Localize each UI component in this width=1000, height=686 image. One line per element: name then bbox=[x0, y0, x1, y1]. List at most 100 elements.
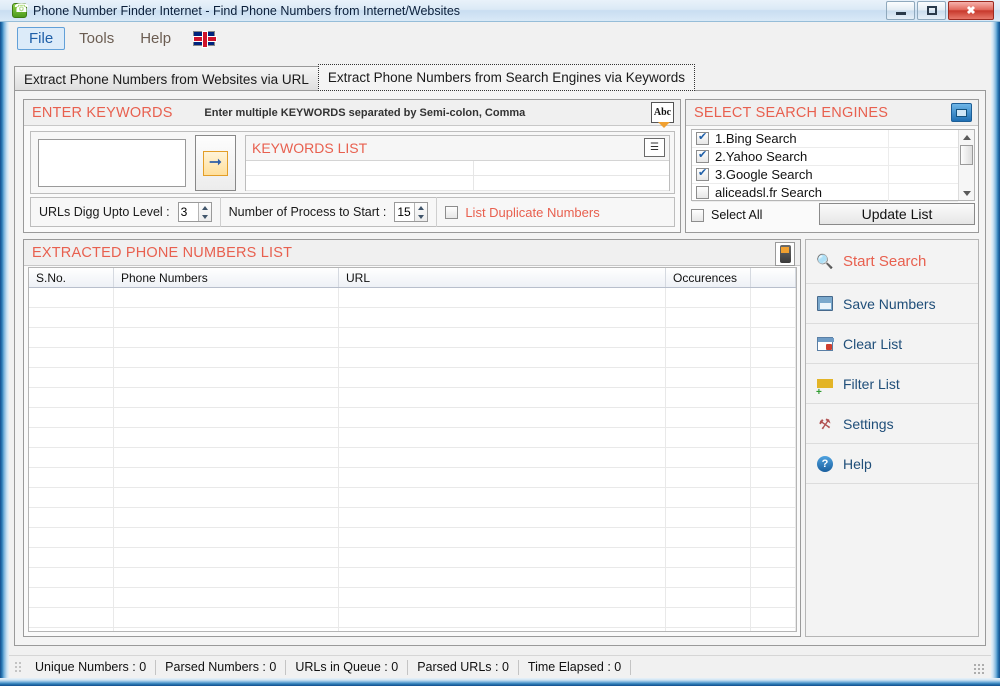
settings-button[interactable]: ⚒ Settings bbox=[806, 404, 978, 444]
list-duplicate-numbers-checkbox[interactable] bbox=[445, 205, 459, 219]
menu-item-help[interactable]: Help bbox=[128, 27, 183, 50]
aliceadsl-checkbox[interactable] bbox=[696, 186, 709, 199]
scroll-down-button[interactable] bbox=[959, 186, 974, 200]
urls-digg-spin-arrows[interactable] bbox=[197, 203, 211, 221]
maximize-button[interactable] bbox=[917, 1, 946, 20]
table-cell bbox=[666, 628, 751, 631]
scroll-up-button[interactable] bbox=[959, 130, 974, 144]
tab-extract-from-urls[interactable]: Extract Phone Numbers from Websites via … bbox=[14, 66, 319, 91]
search-engines-footer: Select All Update List bbox=[691, 203, 975, 227]
table-cell bbox=[114, 348, 339, 367]
extracted-numbers-table[interactable]: S.No. Phone Numbers URL Occurences bbox=[28, 267, 797, 632]
urls-digg-label: URLs Digg Upto Level : bbox=[39, 205, 170, 219]
search-engine-label: 2.Yahoo Search bbox=[715, 149, 808, 164]
save-numbers-button[interactable]: Save Numbers bbox=[806, 284, 978, 324]
table-cell bbox=[29, 368, 114, 387]
table-row[interactable] bbox=[29, 508, 796, 528]
scrollbar-thumb[interactable] bbox=[960, 145, 973, 165]
list-duplicate-numbers-option[interactable]: List Duplicate Numbers bbox=[437, 197, 607, 227]
help-label: Help bbox=[843, 455, 872, 472]
search-engines-title: SELECT SEARCH ENGINES bbox=[694, 104, 889, 121]
search-engine-row-yahoo[interactable]: 2.Yahoo Search bbox=[692, 148, 958, 166]
select-all-checkbox[interactable] bbox=[691, 208, 704, 222]
table-row[interactable] bbox=[29, 348, 796, 368]
table-row[interactable] bbox=[29, 588, 796, 608]
window-title: Phone Number Finder Internet - Find Phon… bbox=[33, 3, 461, 18]
minimize-button[interactable] bbox=[886, 1, 915, 20]
search-engines-scrollbar[interactable] bbox=[958, 130, 974, 200]
column-header-phone-numbers[interactable]: Phone Numbers bbox=[114, 268, 339, 287]
table-row[interactable] bbox=[29, 608, 796, 628]
yahoo-checkbox[interactable] bbox=[696, 148, 709, 163]
table-cell bbox=[339, 528, 666, 547]
table-cell bbox=[751, 328, 796, 347]
chevron-down-icon[interactable] bbox=[418, 214, 425, 219]
update-list-button[interactable]: Update List bbox=[819, 203, 975, 225]
window-expand-icon[interactable] bbox=[951, 103, 972, 122]
table-cell bbox=[339, 548, 666, 567]
table-row[interactable] bbox=[29, 288, 796, 308]
process-count-stepper[interactable] bbox=[394, 202, 429, 222]
keywords-list-cell bbox=[474, 161, 669, 175]
abc-dropdown-arrow-icon[interactable] bbox=[658, 122, 670, 128]
column-divider bbox=[888, 184, 889, 201]
table-row[interactable] bbox=[29, 468, 796, 488]
urls-digg-stepper[interactable] bbox=[177, 202, 212, 222]
table-row[interactable] bbox=[29, 568, 796, 588]
table-row[interactable] bbox=[29, 408, 796, 428]
abc-icon[interactable]: Abc bbox=[651, 102, 674, 123]
table-header-row: S.No. Phone Numbers URL Occurences bbox=[29, 268, 796, 288]
table-row[interactable] bbox=[29, 388, 796, 408]
help-button[interactable]: ? Help bbox=[806, 444, 978, 484]
bing-checkbox[interactable] bbox=[696, 130, 709, 145]
table-row[interactable] bbox=[29, 488, 796, 508]
chevron-up-icon[interactable] bbox=[201, 205, 208, 210]
table-row[interactable] bbox=[29, 448, 796, 468]
keywords-input[interactable] bbox=[38, 139, 186, 187]
list-options-icon[interactable]: ☰ bbox=[644, 138, 665, 157]
add-keyword-button[interactable]: ➞ bbox=[195, 135, 236, 191]
resize-grip-icon[interactable] bbox=[973, 663, 985, 675]
table-row[interactable] bbox=[29, 428, 796, 448]
menu-item-tools[interactable]: Tools bbox=[67, 27, 126, 50]
table-row[interactable] bbox=[29, 308, 796, 328]
column-header-occurences[interactable]: Occurences bbox=[666, 268, 751, 287]
keywords-list-row[interactable] bbox=[246, 161, 669, 176]
phone-icon bbox=[12, 1, 29, 18]
table-row[interactable] bbox=[29, 368, 796, 388]
table-row[interactable] bbox=[29, 328, 796, 348]
close-button[interactable]: ✖ bbox=[948, 1, 994, 20]
table-cell bbox=[114, 468, 339, 487]
clear-list-button[interactable]: Clear List bbox=[806, 324, 978, 364]
application-window: Phone Number Finder Internet - Find Phon… bbox=[0, 0, 1000, 686]
process-count-spin-arrows[interactable] bbox=[414, 203, 428, 221]
chevron-up-icon[interactable] bbox=[418, 205, 425, 210]
chevron-down-icon[interactable] bbox=[201, 214, 208, 219]
window-border-left bbox=[0, 0, 9, 686]
table-cell bbox=[339, 368, 666, 387]
keywords-list-row[interactable] bbox=[246, 176, 669, 191]
process-count-input[interactable] bbox=[395, 203, 417, 221]
search-engine-row-bing[interactable]: 1.Bing Search bbox=[692, 130, 958, 148]
table-cell bbox=[29, 428, 114, 447]
enter-keywords-header: ENTER KEYWORDS Enter multiple KEYWORDS s… bbox=[24, 100, 680, 128]
google-checkbox[interactable] bbox=[696, 166, 709, 181]
search-engine-row-aliceadsl[interactable]: aliceadsl.fr Search bbox=[692, 184, 958, 202]
table-row[interactable] bbox=[29, 548, 796, 568]
search-engine-row-google[interactable]: 3.Google Search bbox=[692, 166, 958, 184]
table-row[interactable] bbox=[29, 528, 796, 548]
table-cell bbox=[751, 488, 796, 507]
table-row[interactable] bbox=[29, 628, 796, 631]
uk-flag-icon[interactable] bbox=[193, 30, 217, 47]
column-header-sno[interactable]: S.No. bbox=[29, 268, 114, 287]
urls-digg-input[interactable] bbox=[178, 203, 200, 221]
column-header-spacer[interactable] bbox=[751, 268, 796, 287]
table-cell bbox=[29, 308, 114, 327]
menu-item-file[interactable]: File bbox=[17, 26, 66, 50]
filter-list-button[interactable]: Filter List bbox=[806, 364, 978, 404]
column-header-url[interactable]: URL bbox=[339, 268, 666, 287]
start-search-button[interactable]: 🔍 Start Search bbox=[806, 240, 978, 284]
tab-extract-from-search-engines[interactable]: Extract Phone Numbers from Search Engine… bbox=[317, 64, 696, 91]
mobile-phone-icon[interactable] bbox=[775, 242, 795, 266]
table-cell bbox=[29, 288, 114, 307]
